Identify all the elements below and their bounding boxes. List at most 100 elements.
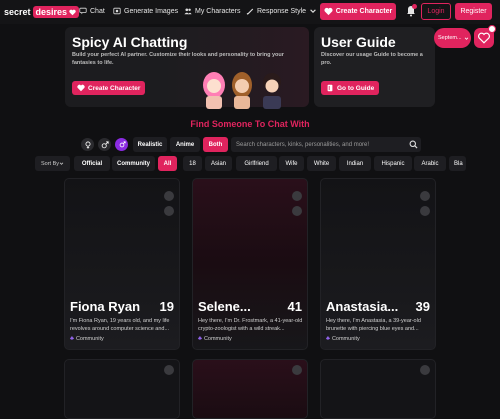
nav-chat[interactable]: Chat [79,7,105,15]
notification-dot [412,4,417,9]
female-icon [85,141,90,149]
banner-create-label: Create Character [88,84,141,92]
filter-all[interactable]: All [158,156,177,171]
character-tag-label: Community [203,336,232,342]
favorite-button[interactable] [164,206,174,216]
character-card[interactable] [320,359,436,419]
search-icon[interactable] [409,140,418,149]
heart-plus-icon [77,84,85,92]
favorite-button[interactable] [420,206,430,216]
character-name: Anastasia... [326,299,399,314]
filter-arabic[interactable]: Arabic [414,156,446,171]
character-card[interactable] [64,359,180,419]
date-pill[interactable]: Septem... [434,28,471,48]
character-tag: ♣ Community [70,335,104,343]
male-icon [101,140,109,148]
book-icon [327,84,333,92]
filter-black[interactable]: Bla [449,156,466,171]
community-icon: ♣ [70,336,74,342]
guide-banner-text: Discover our usage Guide to become a pro… [321,52,423,66]
character-description: Hey there, I'm Anastasia, a 39-year-old … [326,318,421,332]
filter-asian[interactable]: Asian [205,156,232,171]
community-icon: ♣ [198,336,202,342]
chevron-down-icon [464,36,468,40]
character-age: 41 [287,299,302,314]
filter-18[interactable]: 18 [183,156,202,171]
character-art-2 [232,72,252,109]
search-input[interactable]: Search characters, kinks, personalities,… [231,137,421,152]
chevron-down-icon [310,9,316,13]
character-card[interactable]: Fiona Ryan 19 I'm Fiona Ryan, 19 years o… [64,178,180,350]
go-to-guide-button[interactable]: Go to Guide [321,81,380,95]
create-character-button[interactable]: Create Character [320,3,396,20]
nav-my-characters[interactable]: My Characters [184,7,241,15]
character-age: 19 [159,299,174,314]
character-description: I'm Fiona Ryan, 19 years old, and my lif… [70,318,170,332]
style-both[interactable]: Both [203,137,228,152]
favorites-badge [488,25,496,33]
filter-official[interactable]: Official [74,156,110,171]
logo[interactable]: secret desires [4,5,80,19]
spicy-banner-text: Build your perfect AI partner. Customize… [72,52,284,66]
male-filter-button[interactable] [98,138,111,151]
register-button[interactable]: Register [455,3,492,20]
logo-badge: desires [32,6,80,18]
character-tag-label: Community [75,336,104,342]
brush-icon [246,8,254,15]
community-icon: ♣ [326,336,330,342]
favorite-button[interactable] [292,206,302,216]
login-button[interactable]: Login [421,3,451,20]
nav-response-style[interactable]: Response Style [246,7,317,15]
transgender-icon [119,140,126,147]
guide-banner-title: User Guide [321,34,396,50]
top-nav: secret desires Chat Generate Images My C… [0,0,500,24]
more-button[interactable] [164,365,174,375]
character-card[interactable]: Selene... 41 Hey there, I'm Dr. Frostmar… [192,178,308,350]
filter-white[interactable]: White [307,156,336,171]
style-anime[interactable]: Anime [170,137,200,152]
nav-generate-label: Generate Images [124,7,179,15]
heart-icon [478,32,490,44]
more-button[interactable] [164,191,174,201]
more-button[interactable] [292,191,302,201]
nav-chat-label: Chat [90,7,105,15]
more-button[interactable] [420,365,430,375]
character-name: Fiona Ryan [70,299,141,314]
chevron-down-icon [59,162,64,165]
trans-filter-button[interactable] [115,138,128,151]
filter-hispanic[interactable]: Hispanic [374,156,412,171]
go-to-guide-label: Go to Guide [337,84,375,92]
create-character-label: Create Character [335,8,393,15]
filter-wife[interactable]: Wife [279,156,304,171]
chat-icon [79,7,87,15]
banner-create-character-button[interactable]: Create Character [72,81,146,95]
heart-plus-icon [324,7,333,16]
character-age: 39 [415,299,430,314]
nav-response-style-label: Response Style [257,7,307,15]
users-icon [184,8,192,15]
logo-word: secret [4,7,31,17]
heart-icon [69,9,76,15]
section-title: Find Someone To Chat With [190,119,310,129]
more-button[interactable] [420,191,430,201]
image-icon [113,7,121,15]
female-filter-button[interactable] [81,138,94,151]
filter-indian[interactable]: Indian [339,156,371,171]
character-card[interactable] [192,359,308,419]
more-button[interactable] [292,365,302,375]
character-art-3 [263,73,281,109]
sort-by-label: Sort By [40,160,60,167]
logo-badge-text: desires [35,7,68,17]
guide-banner: User Guide Discover our usage Guide to b… [314,27,435,107]
character-tag: ♣ Community [326,335,360,343]
character-card[interactable]: Anastasia... 39 Hey there, I'm Anastasia… [320,178,436,350]
sort-by-dropdown[interactable]: Sort By [35,156,70,171]
filter-community[interactable]: Community [112,156,155,171]
spicy-banner-title: Spicy AI Chatting [72,34,188,50]
character-tag: ♣ Community [198,335,232,343]
style-realistic[interactable]: Realistic [133,137,167,152]
character-tag-label: Community [331,336,360,342]
filter-girlfriend[interactable]: Girlfriend [236,156,277,171]
date-pill-label: Septem... [438,35,462,41]
nav-generate-images[interactable]: Generate Images [113,7,178,15]
